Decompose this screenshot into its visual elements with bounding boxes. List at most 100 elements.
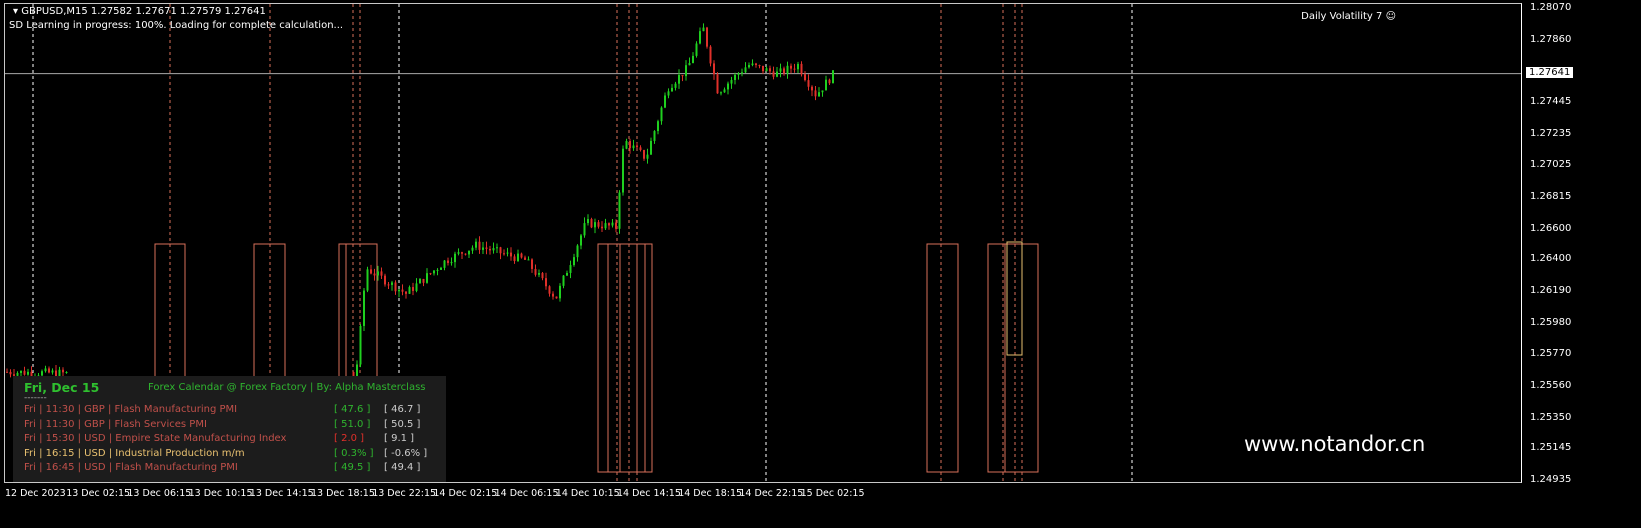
candle-body [419, 278, 421, 284]
candle-body [713, 63, 715, 75]
dropdown-triangle-icon[interactable]: ▾ [13, 6, 21, 17]
candle-body [380, 271, 383, 276]
candle-body [615, 222, 617, 229]
price-tick-label: 1.25980 [1530, 316, 1572, 328]
candle-body [685, 65, 687, 77]
status-text: SD Learning in progress: 100%. Loading f… [9, 20, 344, 31]
candle-body [9, 371, 12, 375]
candle-body [41, 371, 43, 376]
candle-body [671, 87, 673, 92]
candle-body [576, 245, 579, 258]
news-box [987, 243, 1039, 473]
candle-body [783, 68, 785, 74]
candle-body [363, 290, 365, 326]
time-tick-label: 14 Dec 06:15 [494, 488, 559, 499]
candle-body [625, 141, 628, 149]
time-tick-label: 13 Dec 02:15 [66, 488, 131, 499]
time-tick-label: 13 Dec 18:15 [311, 488, 375, 499]
price-axis[interactable]: 1.28070 1.27860 1.27445 1.27235 1.27025 1.268… [1523, 0, 1641, 486]
candle-body [807, 80, 810, 87]
candle-body [828, 79, 831, 84]
candle-body [401, 289, 404, 292]
time-tick-label: 13 Dec 14:15 [249, 488, 314, 499]
candle-body [765, 68, 768, 72]
candle-body [387, 284, 390, 286]
price-tick-label: 1.26190 [1530, 285, 1572, 297]
event-previous: [ 9.1 ] [384, 433, 415, 444]
candle-body [618, 192, 621, 229]
candle-body [580, 235, 582, 246]
candle-body [755, 63, 757, 66]
price-tick-label: 1.25560 [1530, 379, 1572, 391]
calendar-event: Fri | 15:30 | USD | Empire State Manufac… [24, 433, 414, 444]
candle-body [818, 92, 820, 97]
candle-body [800, 63, 803, 75]
event-actual: [ 49.5 ] [334, 462, 371, 473]
candle-body [608, 223, 610, 226]
candle-body [646, 154, 649, 159]
candle-body [496, 247, 498, 249]
candle-body [709, 46, 712, 64]
candle-body [748, 65, 750, 68]
candle-body [513, 256, 516, 262]
candle-body [622, 148, 624, 193]
candle-body [604, 223, 607, 229]
news-box [926, 243, 959, 473]
chart-window[interactable]: ▾ GBPUSD,M15 1.27582 1.27671 1.27579 1.2… [4, 3, 1522, 483]
candle-body [454, 253, 456, 263]
candle-body [20, 370, 22, 373]
candle-body [632, 145, 635, 149]
candle-body [723, 89, 726, 93]
candle-body [762, 65, 764, 72]
candle-body [531, 259, 533, 269]
price-tick-label: 1.27025 [1530, 159, 1572, 171]
price-tick-label: 1.27860 [1530, 33, 1572, 45]
candle-body [559, 285, 561, 299]
candle-body [811, 86, 813, 91]
candle-body [412, 287, 414, 291]
event-description: Fri | 15:30 | USD | Empire State Manufac… [24, 433, 287, 444]
time-tick-label: 12 Dec 2023 [5, 488, 66, 499]
candle-body [492, 248, 495, 251]
candle-body [527, 259, 530, 261]
candle-body [370, 269, 372, 274]
symbol-info: ▾ GBPUSD,M15 1.27582 1.27671 1.27579 1.2… [13, 6, 266, 17]
calendar-separator: ------- [24, 393, 47, 403]
candle-body [821, 90, 824, 93]
candle-body [720, 92, 722, 94]
candle-body [786, 65, 789, 74]
candle-body [814, 90, 817, 97]
price-tick-label: 1.26815 [1530, 190, 1572, 202]
candle-body [776, 71, 778, 77]
candle-body [471, 247, 474, 251]
news-box [597, 243, 653, 473]
candle-body [23, 370, 26, 375]
candle-body [405, 291, 407, 294]
price-tick-label: 1.27235 [1530, 127, 1572, 139]
price-tick-label: 1.25770 [1530, 348, 1572, 360]
event-description: Fri | 16:45 | USD | Flash Manufacturing … [24, 462, 238, 473]
candle-body [541, 273, 544, 279]
event-description: Fri | 16:15 | USD | Industrial Productio… [24, 447, 245, 459]
calendar-title: Forex Calendar @ Forex Factory | By: Alp… [148, 382, 426, 393]
candle-body [426, 273, 428, 283]
candle-body [384, 275, 386, 285]
price-tick-label: 1.26600 [1530, 223, 1572, 235]
candle-body [506, 252, 509, 254]
candle-body [751, 63, 754, 66]
current-price-label: 1.27641 [1526, 66, 1574, 78]
time-tick-label: 14 Dec 14:15 [617, 488, 681, 499]
calendar-event: Fri | 11:30 | GBP | Flash Manufacturing … [24, 404, 420, 415]
candle-body [688, 63, 691, 66]
candle-body [597, 222, 600, 227]
price-tick-label: 1.28070 [1530, 2, 1572, 13]
candle-body [769, 68, 771, 72]
candle-body [667, 91, 670, 96]
price-tick-label: 1.26400 [1530, 253, 1572, 265]
time-tick-label: 13 Dec 22:15 [372, 488, 437, 499]
candle-body [520, 253, 523, 258]
time-tick-label: 13 Dec 10:15 [188, 488, 253, 499]
event-actual: [ 47.6 ] [334, 404, 371, 415]
candle-body [517, 253, 519, 262]
candle-body [699, 31, 701, 44]
